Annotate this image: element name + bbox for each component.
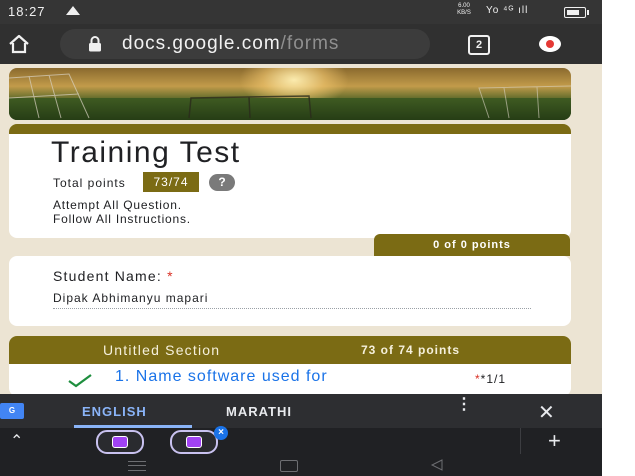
answer-underline bbox=[53, 307, 531, 309]
form-header-image bbox=[9, 68, 571, 120]
chat-bubble-2[interactable] bbox=[170, 430, 218, 454]
help-icon[interactable]: ? bbox=[209, 174, 235, 191]
signal-icons: Yo ⁴ᴳ ıll bbox=[486, 5, 529, 16]
tab-switcher-button[interactable]: 2 bbox=[468, 35, 490, 55]
goal-net-graphic bbox=[9, 73, 571, 119]
nav-home-icon[interactable] bbox=[280, 460, 298, 472]
form-description: Attempt All Question. Follow All Instruc… bbox=[53, 198, 191, 226]
browser-menu-icon[interactable] bbox=[538, 35, 562, 53]
bubble-2-icon bbox=[186, 436, 202, 448]
chevron-up-icon[interactable]: ⌃ bbox=[10, 431, 23, 451]
toolbar-divider bbox=[520, 428, 521, 454]
student-name-value: Dipak Abhimanyu mapari bbox=[53, 291, 209, 305]
browser-address-bar: docs.google.com/forms 2 bbox=[0, 24, 602, 64]
form-page: Training Test Total points 73/74 ? Attem… bbox=[0, 64, 602, 396]
student-name-label: Student Name: * bbox=[53, 268, 174, 284]
lock-icon bbox=[89, 36, 101, 52]
phone-screen: 18:27 6.00 KB/S Yo ⁴ᴳ ıll docs.google.co… bbox=[0, 0, 602, 476]
close-icon[interactable]: ✕ bbox=[538, 400, 555, 425]
section-points: 73 of 74 points bbox=[361, 343, 461, 357]
notification-icon bbox=[66, 6, 80, 15]
section-card: Untitled Section 73 of 74 points 1. Name… bbox=[9, 336, 571, 396]
score-badge: 73/74 bbox=[143, 172, 199, 192]
url-text[interactable]: docs.google.com/forms bbox=[122, 33, 339, 55]
bubble-1-icon bbox=[112, 436, 128, 448]
section-header: Untitled Section 73 of 74 points bbox=[9, 336, 571, 364]
add-icon[interactable]: + bbox=[548, 428, 561, 454]
keyboard-language-bar: G ENGLISH MARATHI ⋮ ✕ bbox=[0, 394, 602, 428]
section-title: Untitled Section bbox=[103, 342, 221, 358]
language-marathi-tab[interactable]: MARATHI bbox=[226, 404, 292, 419]
battery-icon bbox=[564, 7, 589, 18]
points-tab: 0 of 0 points bbox=[374, 234, 570, 256]
status-time: 18:27 bbox=[8, 4, 46, 19]
url-path: /forms bbox=[280, 33, 340, 54]
total-points-label: Total points bbox=[53, 176, 126, 190]
chat-bubble-1[interactable] bbox=[96, 430, 144, 454]
description-line-1: Attempt All Question. bbox=[53, 198, 182, 212]
url-domain: docs.google.com bbox=[122, 33, 281, 54]
more-options-icon[interactable]: ⋮ bbox=[456, 397, 472, 413]
home-icon[interactable] bbox=[8, 34, 30, 54]
question-1-text[interactable]: 1. Name software used for bbox=[115, 368, 328, 386]
student-name-card: Student Name: * Dipak Abhimanyu mapari bbox=[9, 256, 571, 326]
bubble-close-badge[interactable]: × bbox=[214, 426, 228, 440]
check-icon bbox=[68, 374, 92, 388]
student-name-label-text: Student Name: bbox=[53, 268, 162, 284]
form-title: Training Test bbox=[51, 136, 241, 169]
status-bar: 18:27 6.00 KB/S Yo ⁴ᴳ ıll bbox=[0, 0, 602, 24]
question-1-score: **1/1 bbox=[475, 372, 506, 386]
bubble-toolbar: ⌃ × + bbox=[0, 426, 602, 454]
question-1-score-text: *1/1 bbox=[480, 372, 507, 386]
recent-apps-icon[interactable] bbox=[128, 461, 146, 471]
back-icon[interactable] bbox=[430, 459, 444, 471]
translate-icon[interactable]: G bbox=[0, 403, 24, 419]
required-marker: * bbox=[167, 268, 174, 284]
form-title-card: Training Test Total points 73/74 ? Attem… bbox=[9, 124, 571, 238]
system-nav-bar bbox=[0, 454, 602, 476]
network-speed: 6.00 KB/S bbox=[457, 3, 471, 16]
description-line-2: Follow All Instructions. bbox=[53, 212, 191, 226]
language-english-tab[interactable]: ENGLISH bbox=[82, 404, 147, 419]
